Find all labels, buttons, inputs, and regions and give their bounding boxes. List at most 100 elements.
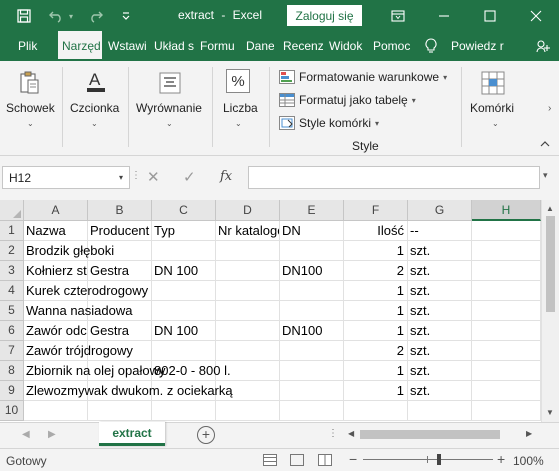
row-header[interactable]: 6	[0, 321, 24, 341]
maximize-icon[interactable]	[467, 0, 513, 31]
table-cell[interactable]: 2	[344, 341, 408, 361]
collapse-ribbon-icon[interactable]	[540, 139, 550, 151]
table-cell[interactable]: szt.	[408, 341, 472, 361]
table-cell[interactable]: szt.	[408, 261, 472, 281]
table-cell[interactable]	[280, 381, 344, 401]
insert-function-button[interactable]: fx	[220, 169, 232, 184]
table-cell[interactable]: 1	[344, 281, 408, 301]
table-cell[interactable]: DN100	[280, 321, 344, 341]
table-cell[interactable]: Zlewozmywak dwukom. z ociekarką	[24, 381, 233, 401]
tab-data[interactable]: Dane	[246, 31, 274, 61]
tab-home[interactable]: Narzęd	[58, 31, 102, 61]
table-cell[interactable]: 802-0 - 800 l.	[152, 361, 231, 381]
column-header-d[interactable]: D	[216, 200, 280, 221]
table-cell[interactable]	[472, 261, 541, 281]
table-cell[interactable]	[472, 281, 541, 301]
table-cell[interactable]: Zbiornik na olej opałowy	[24, 361, 165, 381]
table-cell[interactable]: 1	[344, 361, 408, 381]
tab-review[interactable]: Recenz	[283, 31, 323, 61]
table-cell[interactable]: DN 100	[152, 321, 216, 341]
next-sheet-icon[interactable]: ▶	[48, 429, 56, 440]
table-cell[interactable]: Nazwa	[24, 221, 88, 241]
font-group[interactable]: A Czcionka ⌄	[62, 61, 128, 141]
table-cell[interactable]	[472, 381, 541, 401]
table-cell[interactable]	[216, 321, 280, 341]
zoom-out-button[interactable]: −	[349, 451, 357, 467]
table-cell[interactable]: Zawór trójdrogowy	[24, 341, 133, 361]
table-cell[interactable]	[216, 241, 280, 261]
table-cell[interactable]: szt.	[408, 301, 472, 321]
scroll-up-icon[interactable]: ▲	[546, 204, 554, 213]
table-cell[interactable]: szt.	[408, 241, 472, 261]
horizontal-scroll-thumb[interactable]	[360, 430, 500, 439]
table-cell[interactable]	[152, 281, 216, 301]
save-icon[interactable]	[14, 6, 34, 26]
table-cell[interactable]: 1	[344, 241, 408, 261]
share-icon[interactable]	[536, 31, 554, 61]
column-header-f[interactable]: F	[344, 200, 408, 221]
tab-tell-me[interactable]: Powiedz r	[451, 31, 507, 61]
page-layout-view-icon[interactable]	[290, 454, 304, 466]
normal-view-icon[interactable]	[263, 454, 277, 466]
format-as-table-button[interactable]: Formatuj jako tabelę ▾	[279, 90, 416, 110]
table-cell[interactable]: Ilość	[344, 221, 408, 241]
table-cell[interactable]	[472, 221, 541, 241]
table-cell[interactable]	[408, 401, 472, 421]
page-break-view-icon[interactable]	[318, 454, 332, 466]
clipboard-group[interactable]: Schowek ⌄	[0, 61, 58, 141]
table-cell[interactable]: DN	[280, 221, 344, 241]
vertical-scroll-thumb[interactable]	[546, 216, 555, 312]
scroll-down-icon[interactable]: ▼	[546, 408, 554, 417]
table-cell[interactable]: szt.	[408, 381, 472, 401]
row-header[interactable]: 3	[0, 261, 24, 281]
table-cell[interactable]: --	[408, 221, 472, 241]
cell-styles-button[interactable]: Style komórki ▾	[279, 113, 379, 133]
chevron-down-icon[interactable]: ▾	[119, 173, 123, 182]
column-header-c[interactable]: C	[152, 200, 216, 221]
table-cell[interactable]: 1	[344, 321, 408, 341]
table-cell[interactable]	[152, 401, 216, 421]
table-cell[interactable]: szt.	[408, 321, 472, 341]
enter-icon[interactable]: ✓	[183, 168, 196, 186]
undo-icon[interactable]	[46, 6, 66, 26]
table-cell[interactable]	[472, 241, 541, 261]
table-cell[interactable]	[152, 241, 216, 261]
chevron-right-icon[interactable]: ›	[548, 103, 551, 114]
table-cell[interactable]: Nr katalogowy	[216, 221, 280, 241]
lightbulb-icon[interactable]	[425, 31, 441, 61]
column-header-h[interactable]: H	[472, 200, 541, 221]
ribbon-display-options-icon[interactable]	[375, 0, 421, 31]
table-cell[interactable]: DN 100	[152, 261, 216, 281]
close-icon[interactable]	[513, 0, 559, 31]
table-cell[interactable]	[472, 401, 541, 421]
column-header-b[interactable]: B	[88, 200, 152, 221]
number-group[interactable]: % Liczba ⌄	[212, 61, 266, 141]
table-cell[interactable]	[472, 361, 541, 381]
table-cell[interactable]	[280, 281, 344, 301]
redo-icon[interactable]	[86, 6, 106, 26]
table-cell[interactable]: 1	[344, 381, 408, 401]
previous-sheet-icon[interactable]: ◀	[22, 429, 30, 440]
name-box[interactable]: H12 ▾	[2, 166, 130, 189]
table-cell[interactable]: Gestra	[88, 321, 152, 341]
table-cell[interactable]	[152, 301, 216, 321]
table-cell[interactable]: Producent	[88, 221, 152, 241]
table-cell[interactable]: 1	[344, 301, 408, 321]
table-cell[interactable]: 2	[344, 261, 408, 281]
row-header[interactable]: 2	[0, 241, 24, 261]
table-cell[interactable]	[280, 341, 344, 361]
table-cell[interactable]	[280, 301, 344, 321]
row-header[interactable]: 4	[0, 281, 24, 301]
table-cell[interactable]: Brodzik głęboki	[24, 241, 114, 261]
minimize-icon[interactable]	[421, 0, 467, 31]
tab-page-layout[interactable]: Układ s	[154, 31, 194, 61]
row-header[interactable]: 7	[0, 341, 24, 361]
zoom-level[interactable]: 100%	[513, 454, 544, 468]
horizontal-scrollbar[interactable]: ◀ ▶	[340, 428, 540, 442]
tab-formulas[interactable]: Formu	[200, 31, 236, 61]
column-header-g[interactable]: G	[408, 200, 472, 221]
table-cell[interactable]	[216, 281, 280, 301]
undo-dropdown-icon[interactable]: ▾	[66, 6, 76, 26]
table-cell[interactable]	[88, 401, 152, 421]
table-cell[interactable]: Kurek czterodrogowy	[24, 281, 148, 301]
